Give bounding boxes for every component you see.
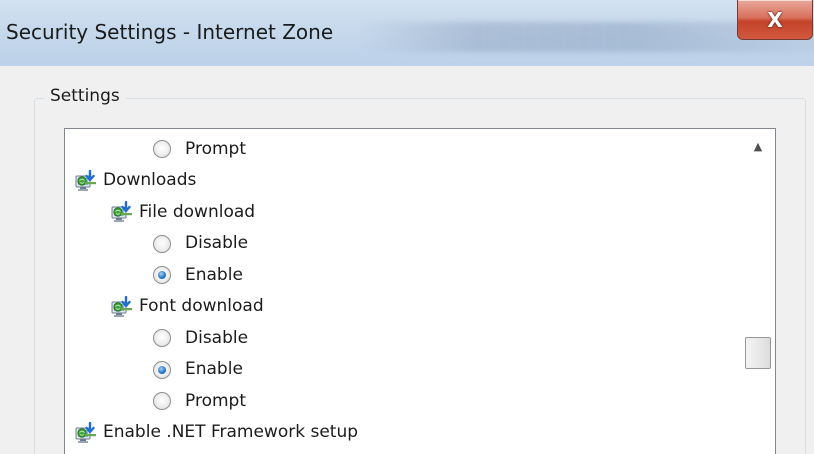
window-title: Security Settings - Internet Zone bbox=[6, 20, 334, 44]
close-button[interactable]: X bbox=[737, 0, 813, 40]
setting-label: Disable bbox=[185, 233, 249, 253]
radio-selected[interactable] bbox=[153, 266, 171, 284]
setting-category-row: Downloads bbox=[75, 165, 196, 197]
setting-label: Disable bbox=[185, 327, 249, 348]
setting-label: Prompt bbox=[185, 390, 246, 411]
setting-option-row[interactable]: Prompt bbox=[153, 133, 246, 165]
internet-download-settings-icon bbox=[111, 295, 133, 318]
setting-label: Enable bbox=[185, 359, 243, 379]
setting-option-row[interactable]: Disable bbox=[153, 228, 248, 260]
setting-option-row[interactable]: Prompt bbox=[153, 385, 246, 417]
setting-category-row: Font download bbox=[111, 291, 264, 323]
internet-download-settings-icon bbox=[111, 200, 133, 223]
settings-group-label: Settings bbox=[44, 86, 126, 106]
setting-label: Downloads bbox=[103, 170, 197, 190]
radio-unselected[interactable] bbox=[153, 234, 171, 253]
setting-option-row[interactable]: Disable bbox=[153, 322, 248, 354]
setting-label: Enable .NET Framework setup bbox=[103, 422, 359, 442]
setting-label: Font download bbox=[139, 296, 264, 316]
radio-selected[interactable] bbox=[153, 360, 171, 379]
setting-label: Enable bbox=[185, 264, 243, 285]
setting-category-row: File download bbox=[111, 196, 255, 228]
internet-download-settings-icon bbox=[75, 421, 97, 444]
setting-label: Prompt bbox=[185, 138, 246, 159]
radio-unselected[interactable] bbox=[153, 329, 171, 347]
setting-option-row[interactable]: Enable bbox=[153, 259, 243, 291]
internet-download-settings-icon bbox=[75, 169, 97, 192]
scroll-thumb[interactable] bbox=[745, 337, 771, 369]
setting-label: File download bbox=[139, 201, 256, 222]
close-icon: X bbox=[767, 7, 783, 32]
radio-unselected[interactable] bbox=[153, 392, 171, 410]
setting-category-row: Enable .NET Framework setup bbox=[75, 417, 358, 449]
window-titlebar[interactable]: Security Settings - Internet Zone X bbox=[0, 0, 814, 66]
radio-unselected[interactable] bbox=[153, 140, 171, 158]
setting-option-row[interactable]: Enable bbox=[153, 354, 243, 386]
dialog-body: Settings Prompt Downloads File download Dis… bbox=[0, 66, 814, 454]
settings-tree-list[interactable]: Prompt Downloads File download Disable Enabl… bbox=[64, 128, 776, 454]
vertical-scrollbar[interactable]: ▲ bbox=[741, 129, 775, 454]
scroll-up-arrow-icon[interactable]: ▲ bbox=[741, 129, 775, 163]
